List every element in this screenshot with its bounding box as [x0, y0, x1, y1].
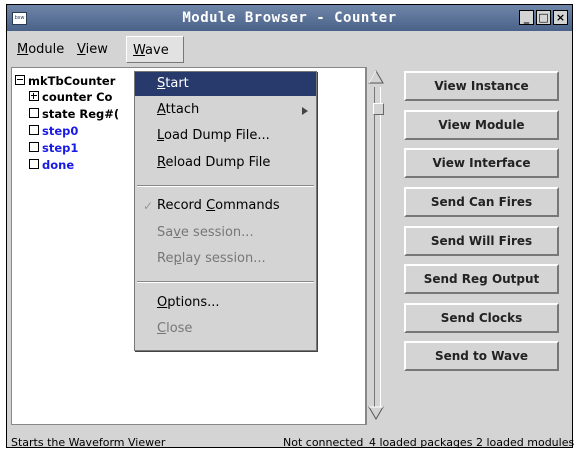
tree-item-done[interactable]: done	[29, 158, 74, 172]
submenu-arrow-icon	[302, 107, 308, 115]
tree-item-mktbcounter[interactable]: mkTbCounter	[15, 74, 115, 88]
send-reg-output-button[interactable]: Send Reg Output	[404, 264, 559, 294]
title-bar[interactable]: bsw Module Browser - Counter _ □ ×	[7, 5, 572, 31]
send-clocks-button[interactable]: Send Clocks	[404, 303, 559, 333]
menu-item-attach[interactable]: Attach	[135, 98, 316, 122]
check-icon: ✓	[143, 199, 154, 213]
view-module-button[interactable]: View Module	[404, 110, 559, 140]
status-message: Starts the Waveform Viewer	[11, 436, 166, 449]
view-interface-button[interactable]: View Interface	[404, 148, 559, 178]
collapse-icon[interactable]	[15, 75, 25, 85]
status-bar: Starts the Waveform Viewer Not connected…	[7, 433, 574, 453]
menu-item-options[interactable]: Options...	[135, 291, 316, 315]
tree-scrollbar[interactable]	[366, 67, 385, 425]
minimize-button[interactable]: _	[519, 10, 534, 25]
menu-module[interactable]: Module	[11, 36, 70, 63]
modules-count: 2 loaded modules	[476, 436, 574, 449]
send-to-wave-button[interactable]: Send to Wave	[404, 341, 559, 371]
menu-view[interactable]: View	[71, 36, 114, 63]
connection-status: Not connected	[283, 436, 364, 449]
send-can-fires-button[interactable]: Send Can Fires	[404, 187, 559, 217]
scroll-trough[interactable]	[374, 87, 381, 411]
close-button[interactable]: ×	[553, 10, 568, 25]
menu-item-reload-dump-file[interactable]: Reload Dump File	[135, 151, 316, 175]
expand-icon[interactable]	[29, 91, 39, 101]
scroll-up-arrow-icon[interactable]	[368, 69, 384, 85]
scroll-thumb[interactable]	[373, 103, 384, 115]
module-browser-window: bsw Module Browser - Counter _ □ × Modul…	[6, 4, 574, 449]
maximize-button[interactable]: □	[536, 10, 551, 25]
scroll-down-arrow-icon[interactable]	[368, 405, 384, 421]
tree-item-counter[interactable]: counter Co	[29, 90, 112, 104]
leaf-box-icon	[29, 125, 39, 135]
view-instance-button[interactable]: View Instance	[404, 71, 559, 101]
menu-wave-viewer[interactable]: Wave Viewer	[126, 36, 185, 85]
leaf-box-icon	[29, 108, 39, 118]
wave-viewer-dropdown: Start Attach Load Dump File... Reload Du…	[134, 71, 317, 351]
menu-item-save-session[interactable]: Save session...	[135, 221, 316, 245]
window-title: Module Browser - Counter	[182, 10, 397, 26]
send-will-fires-button[interactable]: Send Will Fires	[404, 226, 559, 256]
menu-separator	[137, 185, 314, 187]
leaf-box-icon	[29, 142, 39, 152]
tree-item-step0[interactable]: step0	[29, 124, 78, 138]
leaf-box-icon	[29, 159, 39, 169]
menu-item-record-commands[interactable]: ✓ Record Commands	[135, 194, 316, 218]
menu-item-load-dump-file[interactable]: Load Dump File...	[135, 124, 316, 148]
packages-count: 4 loaded packages	[369, 436, 473, 449]
tree-item-step1[interactable]: step1	[29, 141, 78, 155]
menu-item-replay-session[interactable]: Replay session...	[135, 247, 316, 271]
menu-item-close[interactable]: Close	[135, 317, 316, 341]
menu-separator	[137, 281, 314, 283]
tree-item-state[interactable]: state Reg#(	[29, 107, 119, 121]
menu-item-start[interactable]: Start	[135, 72, 316, 96]
